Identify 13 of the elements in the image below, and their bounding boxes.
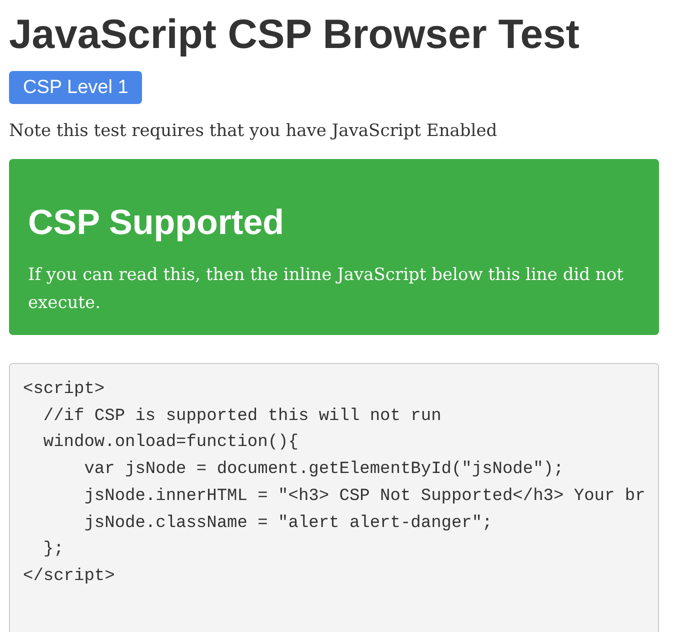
code-line: jsNode.className = "alert alert-danger"; <box>83 512 492 535</box>
note-text: Note this test requires that you have JavaScript Enabled <box>9 120 498 143</box>
alert-title: CSP Supported <box>28 202 284 244</box>
code-line: }; <box>42 539 64 562</box>
code-line: //if CSP is supported this will not run <box>42 406 442 428</box>
code-line: var jsNode = document.getElementById("jsNode"); <box>83 459 564 482</box>
code-line: <script> <box>23 379 105 401</box>
page-title: JavaScript CSP Browser Test <box>9 10 580 59</box>
code-line: jsNode.innerHTML = "<h3> CSP Not Supported</h3> Your br <box>83 486 646 508</box>
level-badge: CSP Level 1 <box>9 71 142 104</box>
code-line: </script> <box>23 566 115 588</box>
code-line: window.onload=function(){ <box>42 432 298 454</box>
alert-message: If you can read this, then the inline JavaScript below this line did not execute. <box>28 264 624 315</box>
